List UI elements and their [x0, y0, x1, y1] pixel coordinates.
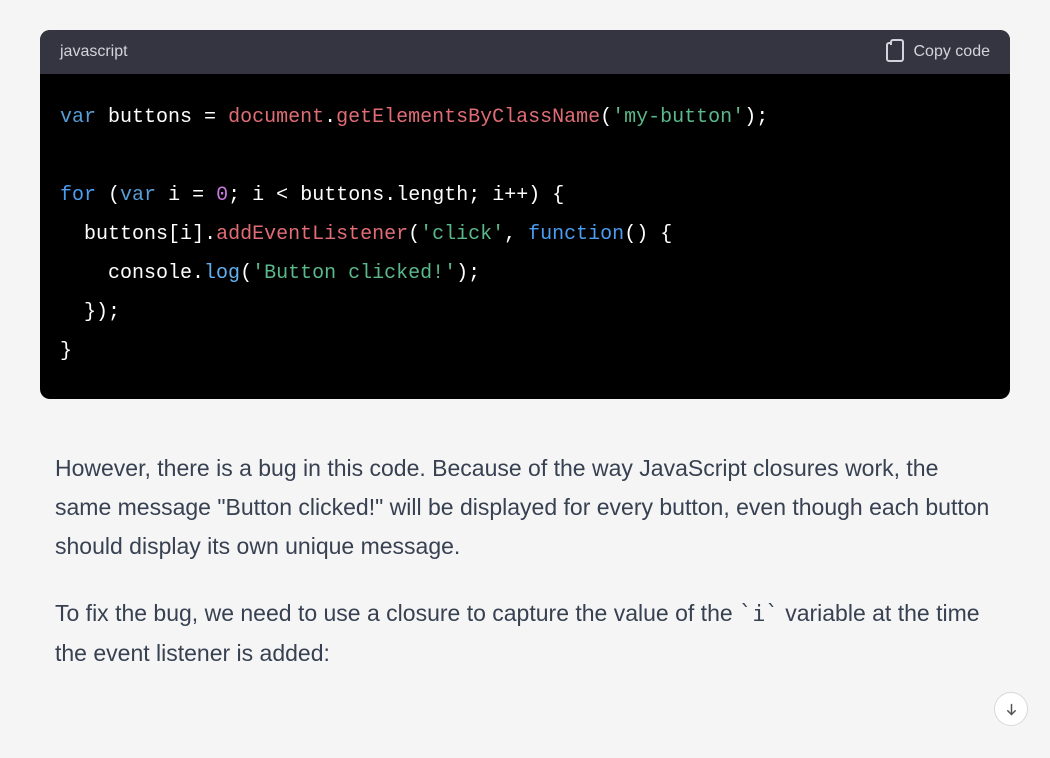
explanation-text: However, there is a bug in this code. Be… [40, 449, 1010, 673]
paragraph-2: To fix the bug, we need to use a closure… [55, 594, 995, 672]
code-content[interactable]: var buttons = document.getElementsByClas… [40, 74, 1010, 399]
code-block: javascript Copy code var buttons = docum… [40, 30, 1010, 399]
scroll-down-button[interactable] [994, 692, 1028, 726]
paragraph-1: However, there is a bug in this code. Be… [55, 449, 995, 566]
code-language-label: javascript [60, 43, 128, 61]
clipboard-icon [886, 42, 904, 62]
copy-code-button[interactable]: Copy code [886, 42, 991, 62]
arrow-down-icon [1004, 702, 1019, 717]
copy-code-label: Copy code [914, 43, 991, 61]
inline-code-i: `i` [739, 602, 779, 627]
code-header: javascript Copy code [40, 30, 1010, 74]
